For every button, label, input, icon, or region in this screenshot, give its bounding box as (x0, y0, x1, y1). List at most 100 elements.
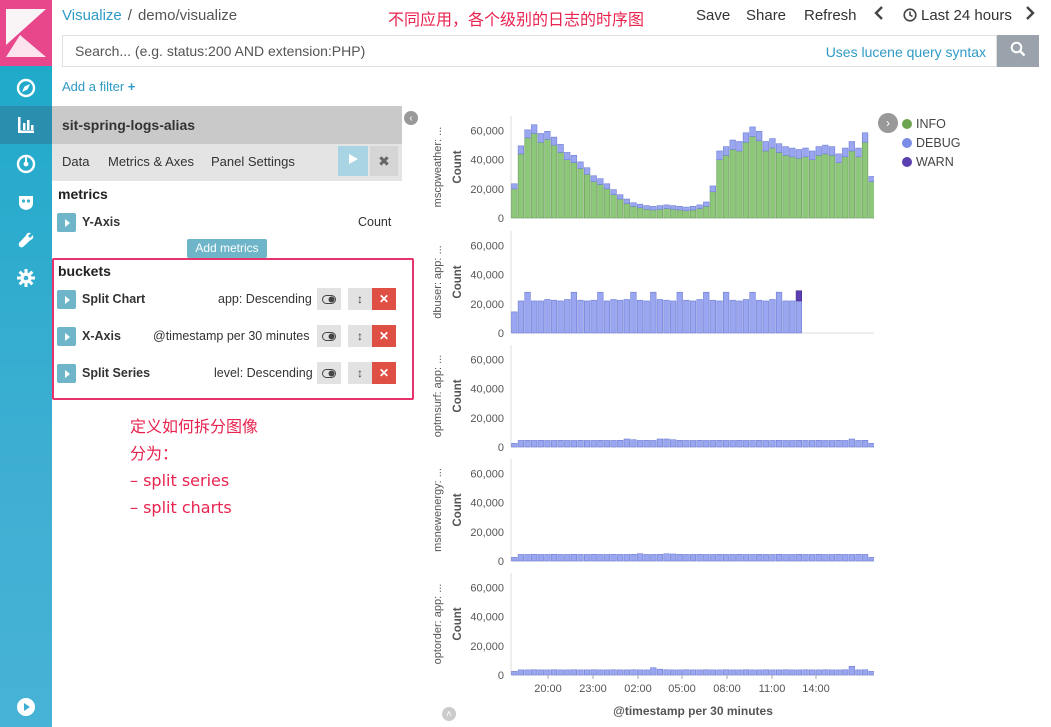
index-pattern-bar: sit-spring-logs-alias (52, 106, 402, 144)
bar-debug (570, 291, 577, 334)
tab-panel-settings[interactable]: Panel Settings (211, 154, 295, 169)
collapse-bottom-chevron-icon[interactable]: ˄ (442, 707, 456, 721)
bar-debug (537, 133, 544, 143)
search-button[interactable] (997, 35, 1039, 67)
bar-info (656, 208, 664, 219)
split-bar-chart: 0 20,000 40,000 60,000 Count mscpweather: ...… (432, 116, 874, 718)
bar-debug (815, 669, 822, 676)
bar-info (636, 207, 644, 219)
bar-debug (775, 669, 783, 676)
y-tick-label: 60,000 (470, 126, 504, 138)
bar-debug (517, 669, 525, 676)
bar-debug (531, 300, 538, 334)
bar-debug (828, 554, 836, 562)
bar-info (868, 181, 874, 219)
legend-toggle-chevron-icon[interactable]: › (878, 113, 898, 133)
bar-debug (670, 439, 677, 448)
annotation-line: – split series (130, 471, 230, 490)
legend-item-info[interactable]: INFO (902, 114, 960, 133)
bar-debug (524, 554, 531, 562)
bar-debug (643, 669, 650, 676)
devtools-wrench-icon[interactable] (0, 221, 52, 259)
kibana-logo[interactable] (0, 0, 52, 66)
tab-data[interactable]: Data (62, 154, 89, 169)
lucene-syntax-link[interactable]: Uses lucene query syntax (826, 44, 986, 60)
add-filter-button[interactable]: Add a filter + (62, 79, 135, 94)
bar-debug (828, 440, 836, 448)
bar-debug (842, 440, 849, 448)
management-gear-icon[interactable] (0, 259, 52, 297)
bar-debug (564, 669, 571, 676)
add-metrics-button[interactable]: Add metrics (187, 239, 267, 258)
y-tick-label: 60,000 (470, 355, 504, 367)
bar-debug (643, 554, 650, 562)
metric-row-y-axis[interactable]: Y-Axis Count (57, 211, 399, 235)
bar-debug (517, 554, 525, 562)
metric-desc: Count (358, 215, 392, 229)
tab-metrics-axes[interactable]: Metrics & Axes (108, 154, 194, 169)
bar-debug (722, 146, 730, 156)
bar-debug (861, 669, 869, 676)
bar-info (584, 173, 591, 219)
discard-changes-button[interactable]: ✖ (370, 146, 398, 176)
apply-changes-button[interactable] (338, 146, 368, 176)
collapse-play-icon[interactable] (0, 688, 52, 726)
search-input[interactable] (75, 43, 775, 59)
breadcrumb: Visualize / demo/visualize (62, 7, 237, 24)
timelion-mask-icon[interactable] (0, 183, 52, 221)
bar-debug (749, 440, 756, 448)
time-range-picker[interactable]: Last 24 hours (921, 7, 1012, 24)
share-button[interactable]: Share (746, 7, 786, 24)
time-forward-chevron-icon[interactable] (1025, 5, 1035, 25)
bar-info (689, 209, 697, 219)
bar-debug (736, 439, 743, 448)
bar-debug (795, 149, 802, 159)
bar-debug (762, 300, 769, 334)
bar-debug (663, 553, 670, 562)
bar-info (749, 136, 756, 219)
expand-caret-icon[interactable] (57, 213, 76, 232)
bar-info (524, 137, 531, 219)
visualize-chart-icon[interactable] (0, 106, 52, 144)
bar-info (835, 162, 842, 219)
collapse-editor-chevron-icon[interactable]: ‹ (404, 111, 418, 125)
bar-debug (590, 175, 597, 182)
bar-debug (524, 129, 531, 139)
bar-debug (835, 553, 842, 562)
legend-item-warn[interactable]: WARN (902, 152, 960, 171)
save-button[interactable]: Save (696, 7, 730, 24)
bar-debug (610, 553, 617, 562)
bar-debug (584, 669, 591, 676)
breadcrumb-current: demo/visualize (137, 7, 238, 24)
bar-debug (550, 136, 558, 146)
bar-info (855, 156, 862, 219)
bar-debug (689, 300, 697, 334)
bar-debug (861, 439, 869, 448)
bar-debug (636, 440, 644, 448)
bar-debug (815, 146, 822, 156)
legend-item-debug[interactable]: DEBUG (902, 133, 960, 152)
bar-debug (603, 183, 611, 190)
bar-info (822, 153, 829, 219)
bar-debug (537, 554, 544, 562)
refresh-button[interactable]: Refresh (804, 7, 857, 24)
bar-debug (722, 440, 730, 448)
time-back-chevron-icon[interactable] (874, 5, 884, 25)
dashboard-gauge-icon[interactable] (0, 145, 52, 183)
discover-compass-icon[interactable] (0, 69, 52, 107)
breadcrumb-visualize-link[interactable]: Visualize (62, 7, 122, 24)
bar-debug (550, 440, 558, 448)
bar-debug (557, 144, 564, 153)
bar-debug (683, 554, 690, 562)
bar-debug (517, 300, 525, 334)
bar-debug (603, 440, 611, 448)
bar-debug (809, 554, 816, 562)
bar-debug (564, 554, 571, 562)
legend-dot (902, 156, 912, 167)
bar-debug (544, 554, 551, 562)
bar-debug (809, 440, 816, 448)
bar-debug (716, 553, 723, 562)
bar-debug (584, 554, 591, 562)
bar-debug (689, 554, 697, 562)
bar-debug (689, 669, 697, 676)
